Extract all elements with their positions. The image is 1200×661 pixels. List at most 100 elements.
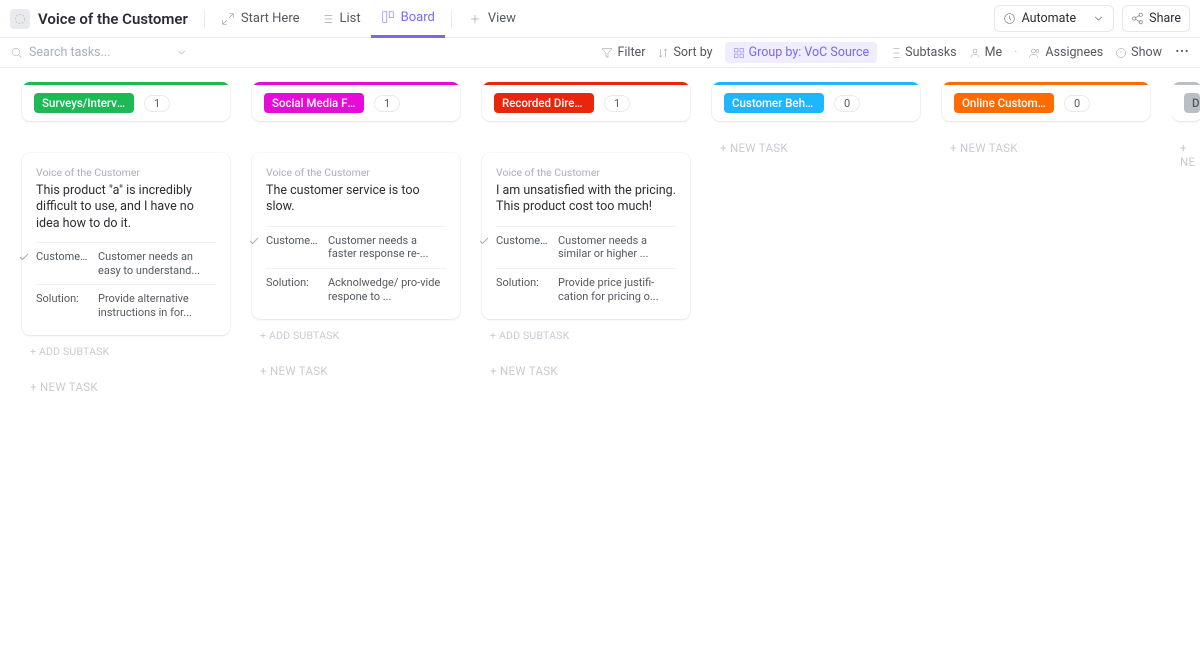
board-column: Online Custome... 0 + NEW TASK <box>942 82 1150 175</box>
people-icon <box>1029 47 1041 59</box>
tab-start-here[interactable]: Start Here <box>211 0 310 38</box>
check-icon <box>18 251 32 265</box>
column-name-badge: Online Custome... <box>954 93 1054 113</box>
tab-label: Board <box>401 10 435 25</box>
card-title: I am unsatisfied with the pricing. This … <box>496 183 676 216</box>
column-count: 1 <box>374 95 400 112</box>
filter-label: Filter <box>617 45 645 60</box>
group-icon <box>733 47 745 59</box>
column-header[interactable]: Social Media Fe... 1 <box>252 82 460 121</box>
share-icon <box>1131 12 1144 25</box>
add-subtask-button[interactable]: + ADD SUBTASK <box>252 319 460 352</box>
check-icon <box>478 235 492 249</box>
subtasks-button[interactable]: Subtasks <box>889 45 956 60</box>
sub-row-value: Customer needs a faster response re-... <box>328 234 446 262</box>
sub-row-value: Customer needs an easy to understand... <box>98 250 216 278</box>
column-count: 0 <box>834 95 860 112</box>
card-sub-row[interactable]: Solution: Provide price justifi-cation fo… <box>496 268 676 311</box>
new-task-button[interactable]: + NEW TASK <box>252 352 460 390</box>
new-task-button[interactable]: + NEW TASK <box>22 368 230 406</box>
column-count: 1 <box>604 95 630 112</box>
sort-button[interactable]: Sort by <box>657 45 712 60</box>
sub-row-value: Customer needs a similar or higher ... <box>558 234 676 262</box>
subtasks-label: Subtasks <box>905 45 956 60</box>
automate-button[interactable]: Automate <box>994 5 1115 32</box>
person-icon <box>969 47 981 59</box>
column-count: 1 <box>144 95 170 112</box>
page-icon <box>10 9 30 29</box>
show-button[interactable]: Show <box>1115 45 1162 60</box>
chevron-down-icon[interactable] <box>175 46 188 59</box>
column-header[interactable]: Customer Behav... 0 <box>712 82 920 121</box>
toolbar-right: Filter Sort by Group by: VoC Source Subt… <box>601 42 1190 63</box>
sub-row-value: Provide price justifi-cation for pricing… <box>558 276 676 304</box>
divider <box>204 10 205 28</box>
board-column: Customer Behav... 0 + NEW TASK <box>712 82 920 175</box>
sort-icon <box>657 47 669 59</box>
chevron-down-icon <box>1092 12 1105 25</box>
task-card[interactable]: Voice of the CustomerThis product "a" is… <box>22 153 230 335</box>
column-name-badge: Customer Behav... <box>724 93 824 113</box>
page-title: Voice of the Customer <box>38 10 188 28</box>
share-button[interactable]: Share <box>1122 5 1190 32</box>
me-button[interactable]: Me <box>969 45 1003 60</box>
separator-dot: · <box>1014 45 1017 60</box>
new-task-button[interactable]: + NEW TASK <box>942 121 1150 175</box>
more-button[interactable] <box>1174 43 1190 63</box>
toolbar: Filter Sort by Group by: VoC Source Subt… <box>0 38 1200 68</box>
sub-row-label: Solution: <box>496 276 550 289</box>
card-list-label: Voice of the Customer <box>266 166 446 179</box>
column-header[interactable]: Recorded Direct... 1 <box>482 82 690 121</box>
assignees-button[interactable]: Assignees <box>1029 45 1103 60</box>
column-header[interactable]: Dir <box>1172 82 1200 121</box>
column-name-badge: Social Media Fe... <box>264 93 364 113</box>
board-column: Recorded Direct... 1 Voice of the Customer… <box>482 82 690 390</box>
card-sub-row[interactable]: Solution:Acknolwedge/ pro-vide respone t… <box>266 268 446 311</box>
task-card[interactable]: Voice of the Customer I am unsatisfied wi… <box>482 153 690 319</box>
new-task-button[interactable]: + NEW TASK <box>482 352 690 390</box>
new-task-button[interactable]: + NEW TASK <box>712 121 920 175</box>
search-input[interactable] <box>29 45 159 60</box>
tab-add-view[interactable]: View <box>458 0 526 38</box>
add-subtask-button[interactable]: + ADD SUBTASK <box>482 319 690 352</box>
board-area: Surveys/Intervie... 1 Voice of the Custome… <box>0 68 1200 406</box>
show-icon <box>1115 47 1127 59</box>
filter-icon <box>601 47 613 59</box>
search-wrap[interactable] <box>10 45 188 60</box>
column-name-badge: Surveys/Intervie... <box>34 93 134 113</box>
column-name-badge: Dir <box>1184 93 1200 113</box>
sub-row-label: Customer ... <box>36 250 90 263</box>
column-header[interactable]: Online Custome... 0 <box>942 82 1150 121</box>
column-name-badge: Recorded Direct... <box>494 93 594 113</box>
filter-button[interactable]: Filter <box>601 45 645 60</box>
group-by-button[interactable]: Group by: VoC Source <box>725 42 878 63</box>
sub-row-label: Customer ... <box>266 234 320 247</box>
tab-label: List <box>340 11 361 26</box>
sub-row-label: Solution: <box>36 292 90 305</box>
card-sub-row[interactable]: Customer ... Customer needs an easy to un… <box>36 242 216 285</box>
tab-board[interactable]: Board <box>371 0 445 38</box>
column-count: 0 <box>1064 95 1090 112</box>
card-title: The customer service is too slow. <box>266 183 446 216</box>
sub-row-label: Solution: <box>266 276 320 289</box>
me-label: Me <box>985 45 1003 60</box>
card-list-label: Voice of the Customer <box>36 166 216 179</box>
group-label: Group by: VoC Source <box>749 45 870 60</box>
more-horizontal-icon <box>1174 43 1190 59</box>
tab-list[interactable]: List <box>310 0 371 38</box>
board-column: Surveys/Intervie... 1 Voice of the Custome… <box>22 82 230 406</box>
show-label: Show <box>1131 45 1162 60</box>
card-list-label: Voice of the Customer <box>496 166 676 179</box>
share-label: Share <box>1149 11 1181 26</box>
card-sub-row[interactable]: Solution:Provide alternative instruction… <box>36 284 216 327</box>
card-sub-row[interactable]: Customer ...Customer needs a similar or … <box>496 226 676 269</box>
top-header: Voice of the Customer Start Here List Bo… <box>0 0 1200 38</box>
tab-label: Start Here <box>241 11 300 26</box>
column-header[interactable]: Surveys/Intervie... 1 <box>22 82 230 121</box>
subtasks-icon <box>889 47 901 59</box>
sort-label: Sort by <box>673 45 712 60</box>
new-task-button[interactable]: + NE <box>1172 121 1200 189</box>
add-subtask-button[interactable]: + ADD SUBTASK <box>22 335 230 368</box>
task-card[interactable]: Voice of the Customer The customer servic… <box>252 153 460 319</box>
card-sub-row[interactable]: Customer ... Customer needs a faster resp… <box>266 226 446 269</box>
